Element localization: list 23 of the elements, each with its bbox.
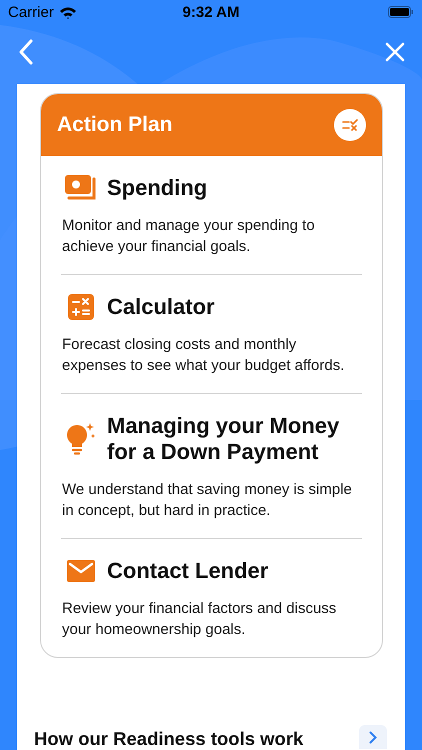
next-button[interactable] [359, 725, 387, 749]
battery-icon [388, 6, 414, 18]
wifi-icon [58, 6, 77, 18]
carrier-label: Carrier [8, 4, 54, 20]
item-description: Review your financial factors and discuss your homeownership goals. [62, 599, 338, 640]
status-time: 9:32 AM [182, 4, 240, 20]
item-description: We understand that saving money is simple in concept, but hard in practice. [62, 480, 353, 521]
close-icon [384, 41, 406, 63]
item-description: Monitor and manage your spending to achieve your financial goals. [62, 216, 316, 257]
item-title[interactable]: Spending [107, 175, 208, 201]
item-description: Forecast closing costs and monthly expenses to see what your budget affords. [62, 335, 346, 376]
envelope-icon [67, 560, 95, 582]
calculator-icon [68, 294, 94, 320]
checklist-icon [342, 119, 358, 131]
item-title[interactable]: Contact Lender [107, 558, 268, 584]
item-title[interactable]: Calculator [107, 294, 215, 320]
checklist-button[interactable] [334, 109, 366, 141]
item-title[interactable]: Managing your Money for a Down Payment [107, 413, 362, 465]
chevron-right-icon [369, 730, 377, 744]
section-title: How our Readiness tools work [34, 729, 304, 749]
lightbulb-icon [66, 422, 96, 456]
cash-icon [65, 175, 97, 201]
card-title: Action Plan [57, 113, 173, 137]
